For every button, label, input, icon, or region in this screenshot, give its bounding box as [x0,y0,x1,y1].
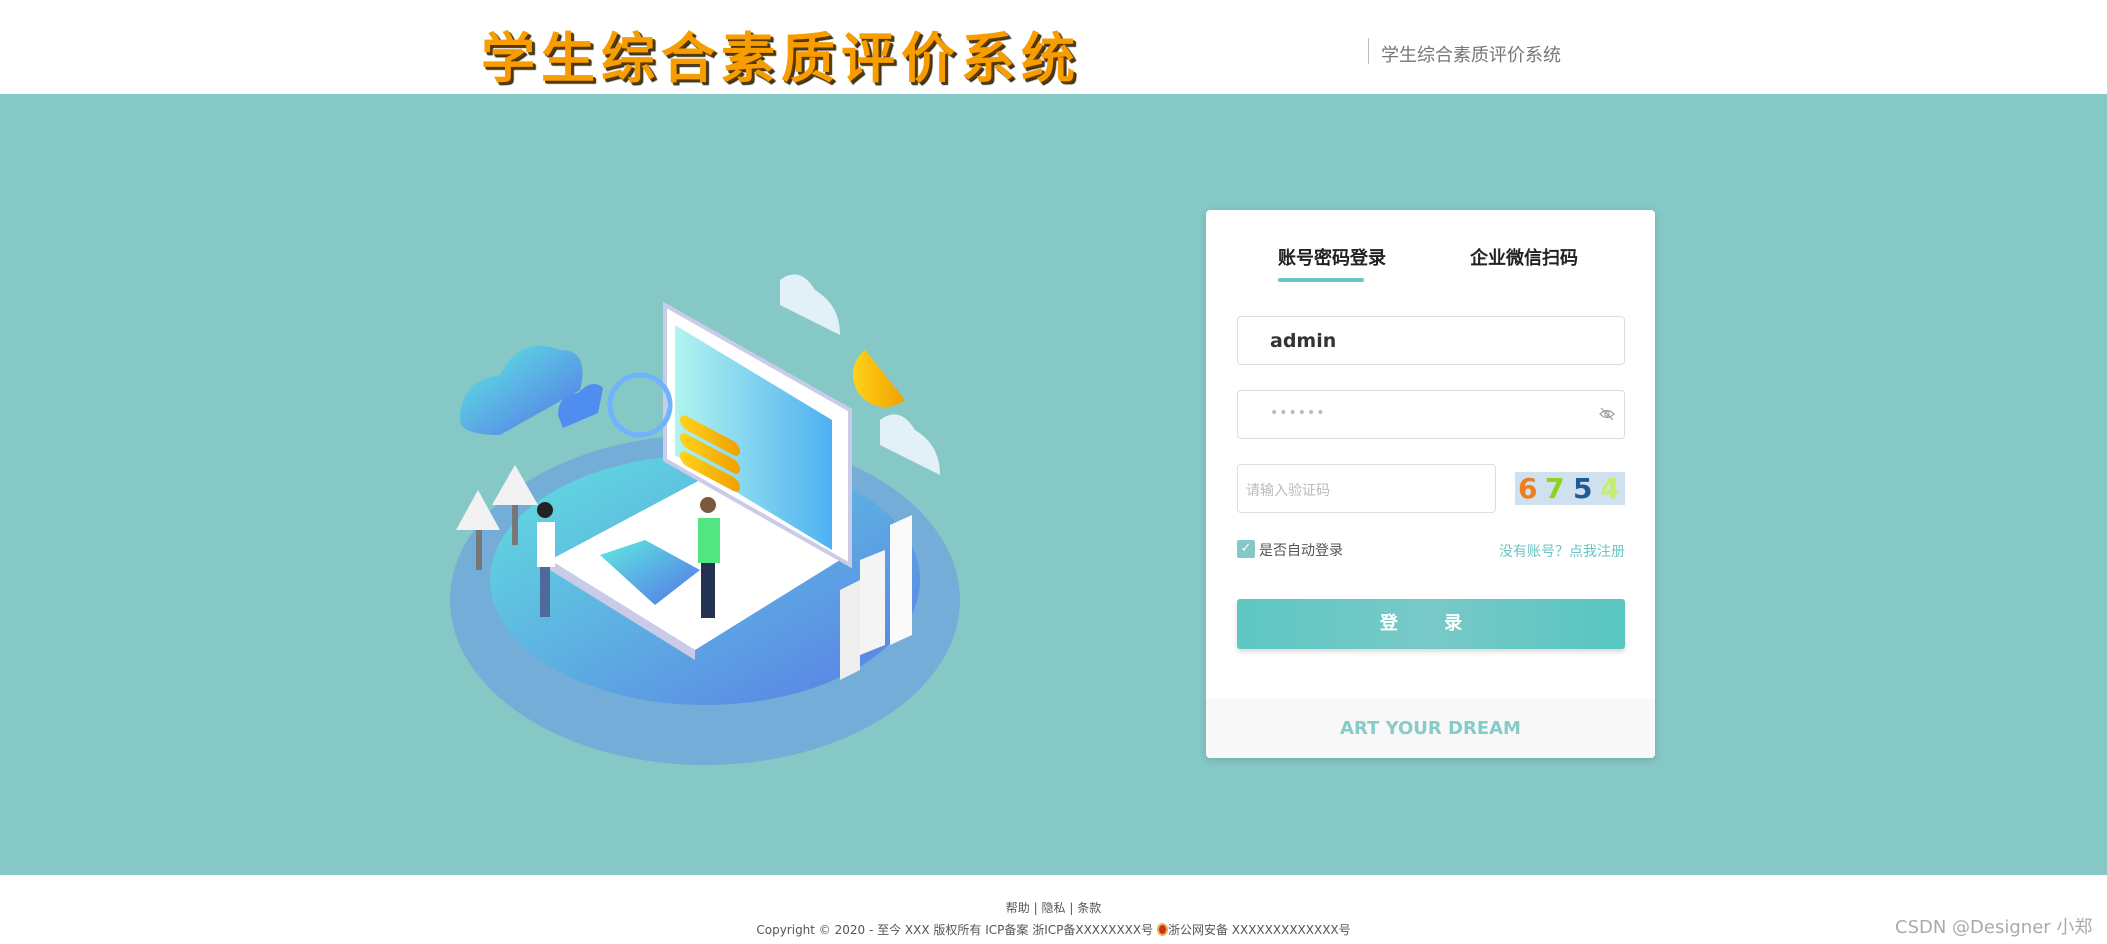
tab-wechat-scan[interactable]: 企业微信扫码 [1470,244,1578,270]
logo: 学生综合素质评价系统 [481,26,1081,90]
login-card: 账号密码登录 企业微信扫码 admin •••••• 请输入验证码 6 7 5 … [1206,210,1655,758]
active-tab-indicator [1278,278,1364,282]
laptop-illustration [450,274,960,765]
separator: | [1069,901,1074,915]
password-value: •••••• [1270,405,1326,421]
copyright-text: Copyright © 2020 - 至今 XXX 版权所有 ICP备案 浙IC… [756,923,1154,937]
captcha-char: 7 [1545,472,1565,505]
tab-password-login[interactable]: 账号密码登录 [1278,244,1386,270]
watermark: CSDN @Designer 小郑 [1895,917,2093,938]
captcha-char: 4 [1600,472,1620,505]
captcha-image[interactable]: 6 7 5 4 [1515,472,1625,505]
eye-off-icon[interactable] [1598,405,1616,423]
remember-checkbox[interactable]: ✓ [1237,540,1255,558]
register-link[interactable]: 没有账号？点我注册 [1499,541,1625,561]
main-area [0,94,2107,875]
username-value: admin [1270,330,1337,352]
separator: | [1033,901,1038,915]
captcha-input[interactable]: 请输入验证码 [1237,464,1496,513]
footer-link-help[interactable]: 帮助 [1006,901,1030,915]
password-input[interactable]: •••••• [1237,390,1625,439]
police-badge-icon [1156,923,1168,936]
remember-label: 是否自动登录 [1259,543,1343,559]
header-divider [1368,38,1369,64]
header-subtitle: 学生综合素质评价系统 [1381,45,1561,66]
username-input[interactable]: admin [1237,316,1625,365]
captcha-char: 6 [1518,472,1538,505]
header: 学生综合素质评价系统 学生综合素质评价系统 [0,0,2107,94]
card-slogan: ART YOUR DREAM [1206,699,1655,758]
captcha-placeholder: 请输入验证码 [1246,483,1330,499]
footer-link-privacy[interactable]: 隐私 [1041,901,1065,915]
footer-link-terms[interactable]: 条款 [1077,901,1101,915]
footer-copyright: Copyright © 2020 - 至今 XXX 版权所有 ICP备案 浙IC… [0,921,2107,938]
footer-links: 帮助 | 隐私 | 条款 [0,899,2107,916]
login-button[interactable]: 登 录 [1237,599,1625,649]
captcha-char: 5 [1573,472,1593,505]
police-record-text: 浙公网安备 XXXXXXXXXXXXX号 [1167,923,1351,937]
